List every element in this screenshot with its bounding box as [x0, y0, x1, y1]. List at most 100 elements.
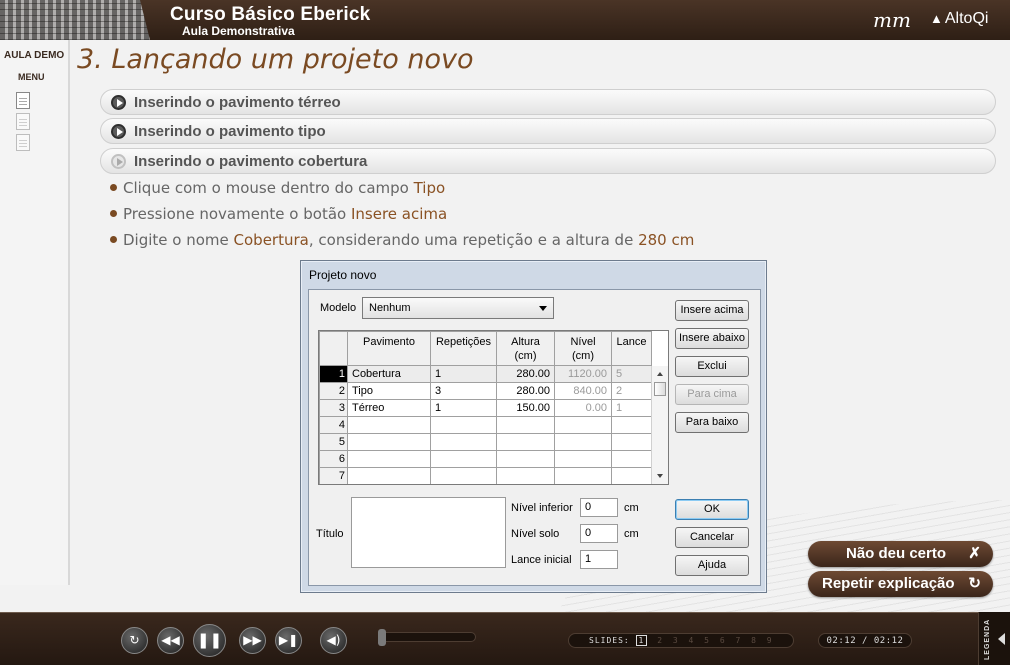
- bullet-dot: [110, 210, 117, 217]
- scroll-up-icon[interactable]: [657, 372, 663, 376]
- cell-repeticoes[interactable]: [430, 450, 497, 468]
- slide-link[interactable]: 3: [673, 636, 679, 645]
- modelo-select[interactable]: Nenhum: [362, 297, 554, 319]
- document-icon[interactable]: [16, 92, 30, 109]
- slide-link[interactable]: 7: [735, 636, 741, 645]
- slide-link[interactable]: 9: [767, 636, 773, 645]
- cell-lance: 1: [611, 399, 652, 417]
- exclui-button[interactable]: Exclui: [675, 356, 749, 377]
- play-icon: [111, 124, 126, 139]
- slide-current[interactable]: 1: [635, 635, 648, 646]
- cell-repeticoes[interactable]: [430, 433, 497, 451]
- play-icon: [111, 154, 126, 169]
- wrench-icon: ✗: [968, 545, 981, 562]
- replay-icon[interactable]: ↻: [121, 627, 148, 654]
- slide-link[interactable]: 6: [720, 636, 726, 645]
- mm-logo: mm: [873, 8, 911, 32]
- row-number: 7: [319, 467, 348, 484]
- table-row[interactable]: 1 Cobertura 1 280.00 1120.00 5: [319, 365, 652, 383]
- scroll-thumb[interactable]: [654, 382, 666, 396]
- cell-altura[interactable]: [496, 416, 555, 434]
- lance-inicial-input[interactable]: 1: [580, 550, 618, 569]
- ok-button[interactable]: OK: [675, 499, 749, 520]
- pause-icon[interactable]: ❚❚: [193, 624, 226, 657]
- accordion-item-terreo[interactable]: Inserindo o pavimento térreo: [100, 89, 996, 115]
- lance-inicial-label: Lance inicial: [511, 554, 572, 566]
- nao-deu-certo-button[interactable]: Não deu certo ✗: [808, 541, 993, 567]
- cell-nivel: [554, 450, 612, 468]
- insere-abaixo-button[interactable]: Insere abaixo: [675, 328, 749, 349]
- cell-lance: [611, 450, 652, 468]
- altoqi-logo: ▲ AltoQi: [930, 10, 989, 27]
- bullet-dot: [110, 184, 117, 191]
- slide-link[interactable]: 4: [689, 636, 695, 645]
- cell-nivel: [554, 433, 612, 451]
- table-row[interactable]: 3 Térreo 1 150.00 0.00 1: [319, 399, 652, 417]
- row-header-corner: [319, 331, 348, 366]
- unit-label: cm: [624, 528, 639, 540]
- table-row[interactable]: 6: [319, 450, 652, 468]
- cell-pavimento[interactable]: Cobertura: [347, 365, 431, 383]
- nivel-inferior-label: Nível inferior: [511, 502, 573, 514]
- table-row[interactable]: 5: [319, 433, 652, 451]
- cell-altura[interactable]: [496, 450, 555, 468]
- cell-nivel: 840.00: [554, 382, 612, 400]
- titulo-label: Título: [316, 528, 344, 540]
- table-row[interactable]: 4: [319, 416, 652, 434]
- cell-repeticoes[interactable]: 3: [430, 382, 497, 400]
- pavimentos-table[interactable]: Pavimento Repetições Altura (cm) Nível (…: [318, 330, 669, 485]
- table-row[interactable]: 2 Tipo 3 280.00 840.00 2: [319, 382, 652, 400]
- cell-pavimento[interactable]: [347, 450, 431, 468]
- column-header-lance: Lance: [611, 331, 652, 366]
- volume-slider[interactable]: [378, 632, 476, 642]
- document-icon[interactable]: [16, 134, 30, 151]
- cell-pavimento[interactable]: [347, 433, 431, 451]
- cell-altura[interactable]: [496, 433, 555, 451]
- cell-pavimento[interactable]: [347, 416, 431, 434]
- cell-repeticoes[interactable]: [430, 416, 497, 434]
- cell-altura[interactable]: 280.00: [496, 382, 555, 400]
- cell-repeticoes[interactable]: 1: [430, 399, 497, 417]
- cell-altura[interactable]: 150.00: [496, 399, 555, 417]
- cell-pavimento[interactable]: [347, 467, 431, 484]
- cell-repeticoes[interactable]: [430, 467, 497, 484]
- nivel-inferior-input[interactable]: 0: [580, 498, 618, 517]
- cancelar-button[interactable]: Cancelar: [675, 527, 749, 548]
- scroll-down-icon[interactable]: [657, 474, 663, 478]
- cell-altura[interactable]: 280.00: [496, 365, 555, 383]
- accordion-item-cobertura[interactable]: Inserindo o pavimento cobertura: [100, 148, 996, 174]
- cell-pavimento[interactable]: Tipo: [347, 382, 431, 400]
- table-scrollbar[interactable]: [651, 366, 668, 484]
- volume-knob[interactable]: [378, 629, 386, 646]
- cell-lance: [611, 433, 652, 451]
- table-row[interactable]: 7: [319, 467, 652, 484]
- slide-link[interactable]: 8: [751, 636, 757, 645]
- forward-icon[interactable]: ▶▶: [239, 627, 266, 654]
- insere-acima-button[interactable]: Insere acima: [675, 300, 749, 321]
- document-icon[interactable]: [16, 113, 30, 130]
- rewind-icon[interactable]: ◀◀: [157, 627, 184, 654]
- titulo-textarea[interactable]: [351, 497, 506, 568]
- para-cima-button[interactable]: Para cima: [675, 384, 749, 405]
- expand-arrow-icon[interactable]: [998, 633, 1005, 645]
- column-header-repeticoes: Repetições: [430, 331, 497, 366]
- sidebar: AULA DEMO MENU: [0, 40, 70, 585]
- cell-lance: 5: [611, 365, 652, 383]
- accordion-item-tipo[interactable]: Inserindo o pavimento tipo: [100, 118, 996, 144]
- instruction-bullet: Clique com o mouse dentro do campo Tipo: [110, 179, 445, 197]
- nivel-solo-label: Nível solo: [511, 528, 560, 540]
- cell-altura[interactable]: [496, 467, 555, 484]
- cell-repeticoes[interactable]: 1: [430, 365, 497, 383]
- chevron-down-icon: [539, 306, 547, 311]
- repetir-explicacao-button[interactable]: Repetir explicação ↻: [808, 571, 993, 597]
- menu-label[interactable]: MENU: [18, 72, 45, 82]
- ajuda-button[interactable]: Ajuda: [675, 555, 749, 576]
- cell-pavimento[interactable]: Térreo: [347, 399, 431, 417]
- next-icon[interactable]: ▶❚: [275, 627, 302, 654]
- nivel-solo-input[interactable]: 0: [580, 524, 618, 543]
- para-baixo-button[interactable]: Para baixo: [675, 412, 749, 433]
- legenda-panel[interactable]: [978, 612, 1010, 665]
- slide-link[interactable]: 5: [704, 636, 710, 645]
- volume-icon[interactable]: ◀): [320, 627, 347, 654]
- slide-link[interactable]: 2: [657, 636, 663, 645]
